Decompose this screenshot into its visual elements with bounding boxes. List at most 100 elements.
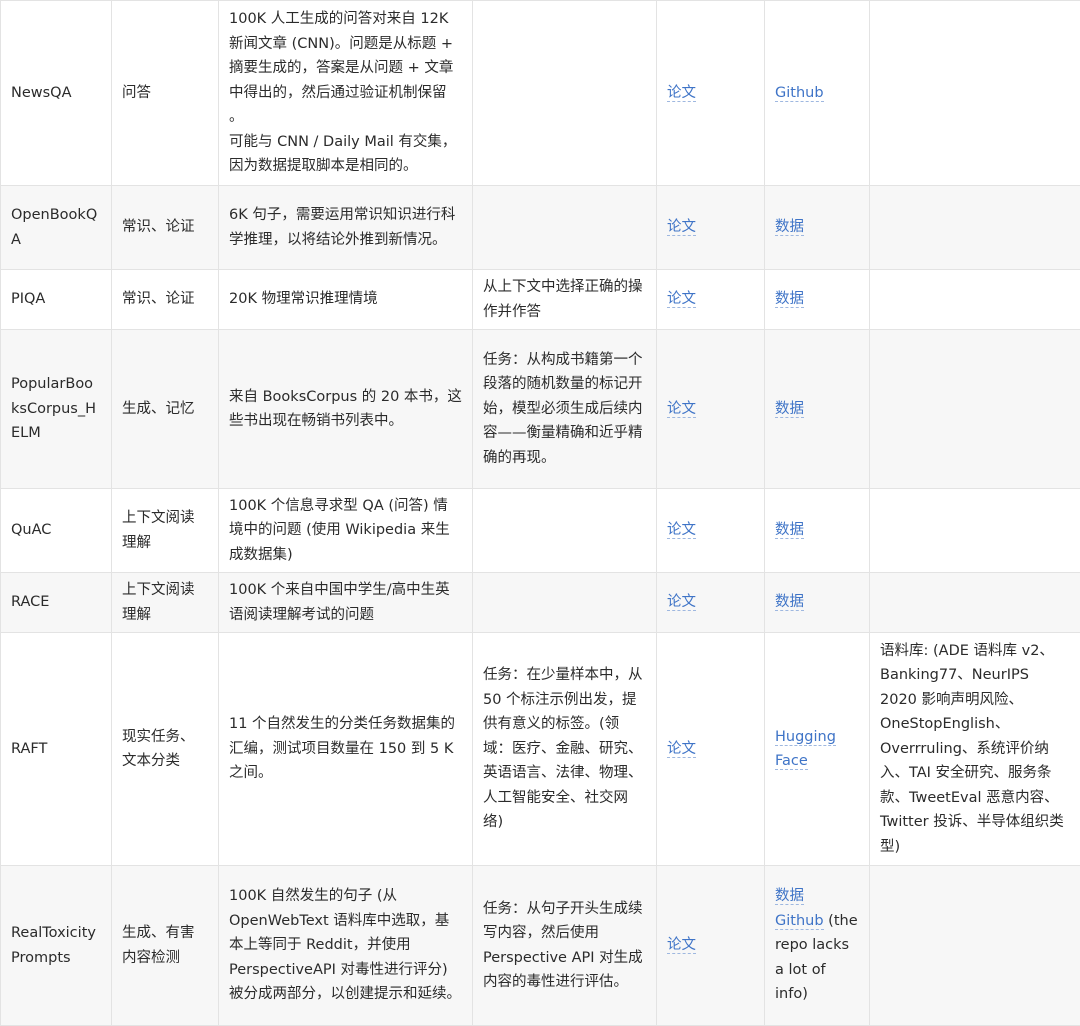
dataset-name-cell: NewsQA xyxy=(1,1,112,186)
notes-cell xyxy=(473,1,657,186)
paper-cell: 论文 xyxy=(657,866,765,1026)
paper-link[interactable]: 论文 xyxy=(667,401,696,418)
table-row: RealToxicityPrompts 生成、有害内容检测 100K 自然发生的… xyxy=(1,866,1080,1026)
description-cell: 100K 人工生成的问答对来自 12K 新闻文章 (CNN)。问题是从标题 + … xyxy=(219,1,473,186)
data-link[interactable]: 数据 xyxy=(775,401,804,418)
dataset-name-cell: RACE xyxy=(1,573,112,633)
task-cell: 常识、论证 xyxy=(112,186,219,270)
paper-cell: 论文 xyxy=(657,489,765,573)
paper-cell: 论文 xyxy=(657,633,765,866)
notes-cell: 任务：在少量样本中，从 50 个标注示例出发，提供有意义的标签。(领域：医疗、金… xyxy=(473,633,657,866)
extra-cell: 语料库: (ADE 语料库 v2、Banking77、NeurIPS 2020 … xyxy=(870,633,1080,866)
notes-text: 从上下文中选择正确的操作并作答 xyxy=(483,279,643,320)
task-type: 现实任务、文本分类 xyxy=(122,729,195,770)
dataset-name-cell: OpenBookQA xyxy=(1,186,112,270)
task-type: 问答 xyxy=(122,85,151,101)
data-link[interactable]: 数据 xyxy=(775,522,804,539)
table-row: NewsQA 问答 100K 人工生成的问答对来自 12K 新闻文章 (CNN)… xyxy=(1,1,1080,186)
table-row: OpenBookQA 常识、论证 6K 句子，需要运用常识知识进行科学推理，以将… xyxy=(1,186,1080,270)
paper-cell: 论文 xyxy=(657,1,765,186)
description-text: 100K 个信息寻求型 QA (问答) 情境中的问题 (使用 Wikipedia… xyxy=(229,498,450,563)
paper-link[interactable]: 论文 xyxy=(667,937,696,954)
dataset-name: OpenBookQA xyxy=(11,207,97,248)
extra-cell xyxy=(870,866,1080,1026)
task-cell: 生成、有害内容检测 xyxy=(112,866,219,1026)
notes-cell xyxy=(473,573,657,633)
paper-cell: 论文 xyxy=(657,573,765,633)
notes-cell xyxy=(473,489,657,573)
dataset-name: NewsQA xyxy=(11,85,72,101)
extra-cell xyxy=(870,330,1080,489)
description-text: 20K 物理常识推理情境 xyxy=(229,291,378,307)
dataset-name: RACE xyxy=(11,594,49,610)
paper-cell: 论文 xyxy=(657,330,765,489)
table-row: QuAC 上下文阅读理解 100K 个信息寻求型 QA (问答) 情境中的问题 … xyxy=(1,489,1080,573)
dataset-name: RealToxicityPrompts xyxy=(11,925,96,966)
dataset-name: RAFT xyxy=(11,741,47,757)
dataset-name-cell: PopularBooksCorpus_HELM xyxy=(1,330,112,489)
notes-cell: 任务：从句子开头生成续写内容，然后使用 Perspective API 对生成内… xyxy=(473,866,657,1026)
data-cell: 数据 xyxy=(765,270,870,330)
paper-link[interactable]: 论文 xyxy=(667,85,696,102)
description-cell: 100K 自然发生的句子 (从 OpenWebText 语料库中选取，基本上等同… xyxy=(219,866,473,1026)
dataset-name: QuAC xyxy=(11,522,51,538)
task-type: 常识、论证 xyxy=(122,291,195,307)
task-cell: 现实任务、文本分类 xyxy=(112,633,219,866)
notes-text: 任务：从构成书籍第一个段落的随机数量的标记开始，模型必须生成后续内容——衡量精确… xyxy=(483,352,643,466)
extra-cell xyxy=(870,1,1080,186)
dataset-table: NewsQA 问答 100K 人工生成的问答对来自 12K 新闻文章 (CNN)… xyxy=(0,0,1080,1026)
notes-cell: 从上下文中选择正确的操作并作答 xyxy=(473,270,657,330)
data-link[interactable]: 数据 xyxy=(775,219,804,236)
paper-link[interactable]: 论文 xyxy=(667,594,696,611)
description-cell: 20K 物理常识推理情境 xyxy=(219,270,473,330)
github-link[interactable]: Github xyxy=(775,85,824,102)
task-cell: 上下文阅读理解 xyxy=(112,489,219,573)
notes-text: 任务：在少量样本中，从 50 个标注示例出发，提供有意义的标签。(领域：医疗、金… xyxy=(483,667,643,830)
description-text: 100K 人工生成的问答对来自 12K 新闻文章 (CNN)。问题是从标题 + … xyxy=(229,7,462,130)
description-cell: 11 个自然发生的分类任务数据集的汇编，测试项目数量在 150 到 5 K 之间… xyxy=(219,633,473,866)
data-cell: 数据 xyxy=(765,186,870,270)
extra-cell xyxy=(870,186,1080,270)
data-cell: 数据 Github (the repo lacks a lot of info) xyxy=(765,866,870,1026)
paper-link[interactable]: 论文 xyxy=(667,219,696,236)
task-cell: 上下文阅读理解 xyxy=(112,573,219,633)
task-type: 上下文阅读理解 xyxy=(122,582,195,623)
dataset-name-cell: RAFT xyxy=(1,633,112,866)
hugging-face-link[interactable]: Hugging Face xyxy=(775,729,836,771)
notes-cell: 任务：从构成书籍第一个段落的随机数量的标记开始，模型必须生成后续内容——衡量精确… xyxy=(473,330,657,489)
task-cell: 常识、论证 xyxy=(112,270,219,330)
task-cell: 生成、记忆 xyxy=(112,330,219,489)
paper-link[interactable]: 论文 xyxy=(667,291,696,308)
description-cell: 6K 句子，需要运用常识知识进行科学推理，以将结论外推到新情况。 xyxy=(219,186,473,270)
description-cell: 来自 BooksCorpus 的 20 本书，这些书出现在畅销书列表中。 xyxy=(219,330,473,489)
paper-link[interactable]: 论文 xyxy=(667,741,696,758)
data-cell: 数据 xyxy=(765,573,870,633)
data-link[interactable]: 数据 xyxy=(775,888,804,905)
task-type: 常识、论证 xyxy=(122,219,195,235)
description-text: 6K 句子，需要运用常识知识进行科学推理，以将结论外推到新情况。 xyxy=(229,207,455,248)
dataset-name: PIQA xyxy=(11,291,45,307)
github-link[interactable]: Github xyxy=(775,913,824,930)
paper-cell: 论文 xyxy=(657,270,765,330)
description-text: 来自 BooksCorpus 的 20 本书，这些书出现在畅销书列表中。 xyxy=(229,389,462,430)
table-row: RAFT 现实任务、文本分类 11 个自然发生的分类任务数据集的汇编，测试项目数… xyxy=(1,633,1080,866)
task-type: 生成、有害内容检测 xyxy=(122,925,195,966)
table-row: PIQA 常识、论证 20K 物理常识推理情境 从上下文中选择正确的操作并作答 … xyxy=(1,270,1080,330)
dataset-name: PopularBooksCorpus_HELM xyxy=(11,376,96,441)
data-cell: Github xyxy=(765,1,870,186)
task-type: 生成、记忆 xyxy=(122,401,195,417)
corpus-list-text: 语料库: (ADE 语料库 v2、Banking77、NeurIPS 2020 … xyxy=(880,643,1064,855)
paper-cell: 论文 xyxy=(657,186,765,270)
data-link[interactable]: 数据 xyxy=(775,291,804,308)
table-row: PopularBooksCorpus_HELM 生成、记忆 来自 BooksCo… xyxy=(1,330,1080,489)
dataset-name-cell: PIQA xyxy=(1,270,112,330)
task-cell: 问答 xyxy=(112,1,219,186)
data-link[interactable]: 数据 xyxy=(775,594,804,611)
extra-cell xyxy=(870,489,1080,573)
notes-cell xyxy=(473,186,657,270)
data-cell: 数据 xyxy=(765,330,870,489)
description-text: 11 个自然发生的分类任务数据集的汇编，测试项目数量在 150 到 5 K 之间… xyxy=(229,716,455,781)
paper-link[interactable]: 论文 xyxy=(667,522,696,539)
table-row: RACE 上下文阅读理解 100K 个来自中国中学生/高中生英语阅读理解考试的问… xyxy=(1,573,1080,633)
data-cell: 数据 xyxy=(765,489,870,573)
